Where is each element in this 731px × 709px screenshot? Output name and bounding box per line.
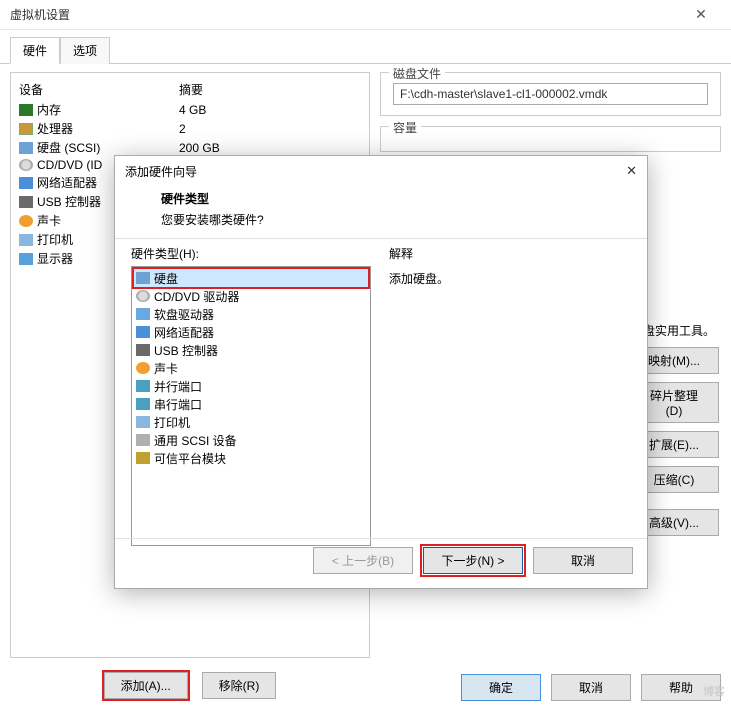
device-name: 显示器	[37, 250, 73, 267]
wizard-subhead: 您要安装哪类硬件?	[161, 211, 631, 228]
hardware-type-label: 硬件类型(H):	[131, 245, 371, 262]
tab-hardware[interactable]: 硬件	[10, 37, 60, 64]
next-button[interactable]: 下一步(N) >	[423, 547, 523, 574]
hardware-type-item[interactable]: 声卡	[134, 359, 368, 377]
hardware-item-label: 网络适配器	[154, 324, 214, 341]
device-name: CD/DVD (ID	[37, 158, 102, 172]
hardware-type-item[interactable]: 串行端口	[134, 395, 368, 413]
add-hardware-wizard: 添加硬件向导 ✕ 硬件类型 您要安装哪类硬件? 硬件类型(H): 硬盘CD/DV…	[114, 155, 648, 589]
device-header: 设备	[19, 81, 179, 98]
device-name: 打印机	[37, 231, 73, 248]
device-icon	[19, 123, 33, 135]
device-icon	[19, 196, 33, 208]
device-summary: 2	[179, 122, 361, 136]
hardware-item-label: 打印机	[154, 414, 190, 431]
hardware-type-item[interactable]: 硬盘	[134, 269, 368, 287]
device-name: 处理器	[37, 120, 73, 137]
device-row[interactable]: 处理器 2	[15, 119, 365, 138]
watermark: 博客	[703, 683, 725, 699]
capacity-group-title: 容量	[389, 119, 421, 136]
device-icon	[19, 159, 33, 171]
hardware-item-label: 并行端口	[154, 378, 202, 395]
explain-label: 解释	[389, 245, 631, 262]
hardware-icon	[136, 452, 150, 464]
hardware-icon	[136, 326, 150, 338]
back-button: < 上一步(B)	[313, 547, 413, 574]
device-icon	[19, 234, 33, 246]
wizard-cancel-button[interactable]: 取消	[533, 547, 633, 574]
ok-button[interactable]: 确定	[461, 674, 541, 701]
hardware-type-item[interactable]: USB 控制器	[134, 341, 368, 359]
hardware-icon	[136, 344, 150, 356]
tab-bar: 硬件 选项	[0, 30, 731, 64]
device-icon	[19, 104, 33, 116]
wizard-close-icon[interactable]: ✕	[626, 163, 637, 179]
summary-header: 摘要	[179, 81, 203, 98]
device-summary: 4 GB	[179, 103, 361, 117]
hardware-type-item[interactable]: 通用 SCSI 设备	[134, 431, 368, 449]
hardware-item-label: USB 控制器	[154, 342, 218, 359]
hardware-type-item[interactable]: 并行端口	[134, 377, 368, 395]
hardware-icon	[136, 416, 150, 428]
device-summary: 200 GB	[179, 141, 361, 155]
hardware-item-label: 软盘驱动器	[154, 306, 214, 323]
wizard-heading: 硬件类型	[161, 190, 631, 207]
hardware-type-item[interactable]: CD/DVD 驱动器	[134, 287, 368, 305]
hardware-icon	[136, 272, 150, 284]
cancel-button[interactable]: 取消	[551, 674, 631, 701]
hardware-icon	[136, 362, 150, 374]
disk-path-field[interactable]: F:\cdh-master\slave1-cl1-000002.vmdk	[393, 83, 708, 105]
hardware-type-list[interactable]: 硬盘CD/DVD 驱动器软盘驱动器网络适配器USB 控制器声卡并行端口串行端口打…	[131, 266, 371, 546]
hardware-type-item[interactable]: 打印机	[134, 413, 368, 431]
device-icon	[19, 215, 33, 227]
device-name: 硬盘 (SCSI)	[37, 139, 100, 156]
device-icon	[19, 142, 33, 154]
hardware-item-label: 串行端口	[154, 396, 202, 413]
hardware-icon	[136, 290, 150, 302]
hardware-type-item[interactable]: 可信平台模块	[134, 449, 368, 467]
hardware-item-label: 声卡	[154, 360, 178, 377]
tab-options[interactable]: 选项	[60, 37, 110, 64]
hardware-icon	[136, 434, 150, 446]
device-name: 声卡	[37, 212, 61, 229]
device-name: 内存	[37, 101, 61, 118]
explain-text: 添加硬盘。	[389, 270, 631, 287]
device-row[interactable]: 内存 4 GB	[15, 100, 365, 119]
close-icon[interactable]: ✕	[681, 6, 721, 23]
hardware-type-item[interactable]: 软盘驱动器	[134, 305, 368, 323]
hardware-item-label: CD/DVD 驱动器	[154, 288, 239, 305]
hardware-item-label: 可信平台模块	[154, 450, 226, 467]
device-name: USB 控制器	[37, 193, 101, 210]
hardware-icon	[136, 308, 150, 320]
device-name: 网络适配器	[37, 174, 97, 191]
hardware-item-label: 通用 SCSI 设备	[154, 432, 237, 449]
hardware-icon	[136, 380, 150, 392]
hardware-item-label: 硬盘	[154, 270, 178, 287]
hardware-type-item[interactable]: 网络适配器	[134, 323, 368, 341]
disk-file-group-title: 磁盘文件	[389, 65, 445, 82]
hardware-icon	[136, 398, 150, 410]
wizard-title: 添加硬件向导	[125, 163, 626, 180]
device-icon	[19, 177, 33, 189]
device-icon	[19, 253, 33, 265]
window-title: 虚拟机设置	[10, 6, 681, 23]
